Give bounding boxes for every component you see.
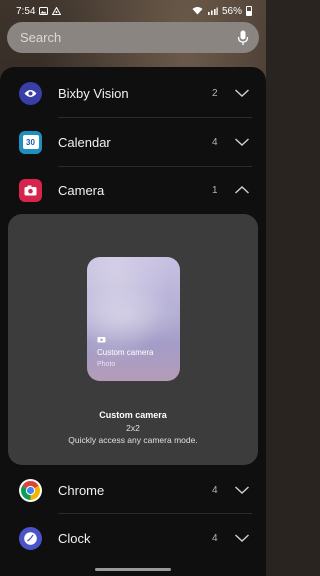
search-bar[interactable]: Search [7,22,259,53]
chevron-down-icon[interactable] [234,137,250,147]
widget-count: 2 [212,87,218,99]
widget-name: Custom camera [99,410,167,420]
chevron-up-icon[interactable] [234,185,250,195]
bixby-vision-icon [19,81,42,105]
app-row-camera[interactable]: Camera 1 [0,166,266,214]
widget-count: 4 [212,484,218,496]
widget-count: 4 [212,532,218,544]
widget-description: Quickly access any camera mode. [68,435,198,445]
chrome-icon [19,478,42,502]
battery-percent: 56% [221,5,242,17]
widget-preview-card[interactable]: Custom camera Photo Custom camera 2x2 Qu… [8,214,258,465]
app-row-calendar[interactable]: 30 Calendar 4 [0,118,266,166]
widget-count: 4 [212,136,218,148]
camera-small-icon [97,337,106,343]
home-indicator[interactable] [95,568,171,571]
widget-preview-image[interactable]: Custom camera Photo [87,257,180,381]
camera-icon [19,178,42,202]
chevron-down-icon[interactable] [234,88,250,98]
signal-icon [207,7,218,15]
widget-app-list: Bixby Vision 2 30 Calendar 4 Camera 1 Cu… [0,67,266,576]
search-input[interactable]: Search [20,30,237,45]
widget-count: 1 [212,184,218,196]
app-row-clock[interactable]: Clock 4 [0,514,266,562]
alert-notification-icon [52,7,62,15]
preview-subtitle: Photo [97,361,116,368]
app-name: Camera [58,182,105,198]
status-time: 7:54 [16,5,36,17]
calendar-icon-date: 30 [22,135,39,149]
app-name: Chrome [58,482,105,498]
gallery-notification-icon [39,7,49,15]
battery-icon [246,6,252,16]
microphone-icon[interactable] [237,30,249,46]
app-name: Clock [58,530,91,546]
chevron-down-icon[interactable] [234,485,250,495]
preview-title: Custom camera [97,348,154,357]
app-name: Calendar [58,134,111,150]
wifi-icon [192,7,203,15]
chevron-down-icon[interactable] [234,533,250,543]
calendar-icon: 30 [19,130,42,154]
status-bar: 7:54 56% [0,0,266,22]
widget-size: 2x2 [126,423,140,433]
app-name: Bixby Vision [58,85,129,101]
app-row-bixby-vision[interactable]: Bixby Vision 2 [0,69,266,117]
app-row-chrome[interactable]: Chrome 4 [0,466,266,514]
clock-icon [19,526,42,550]
